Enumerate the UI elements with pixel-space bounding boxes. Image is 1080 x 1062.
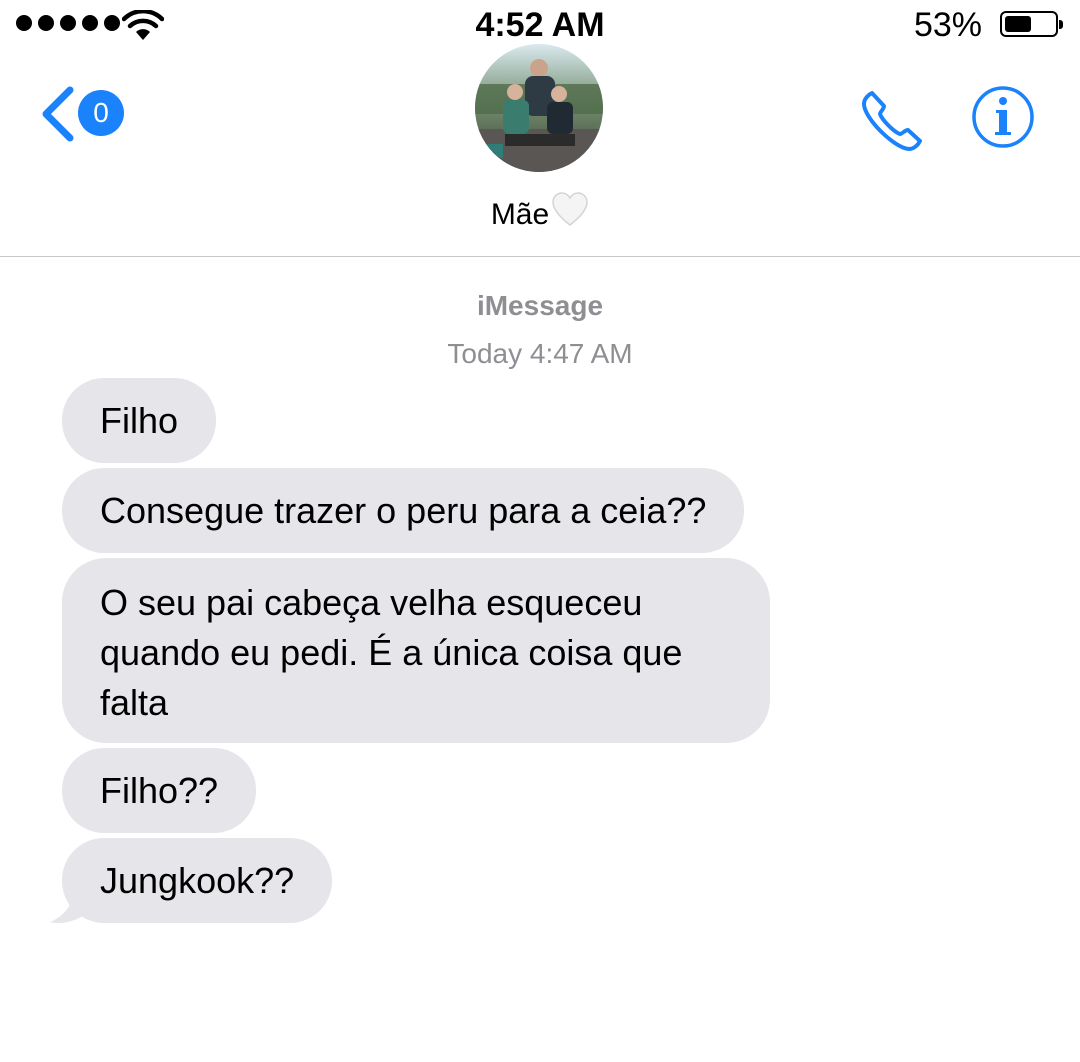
battery-icon	[1000, 11, 1063, 37]
info-icon[interactable]	[970, 84, 1036, 150]
contact-name[interactable]: Mãe	[0, 192, 1080, 232]
phone-icon[interactable]	[860, 88, 926, 154]
contact-avatar[interactable]	[475, 44, 603, 172]
message-bubble[interactable]: Consegue trazer o peru para a ceia??	[62, 468, 745, 553]
message-bubble[interactable]: Jungkook??	[62, 838, 333, 923]
message-bubble[interactable]: O seu pai cabeça velha esqueceu quando e…	[62, 558, 770, 743]
conversation-header: 0 Mãe	[0, 44, 1080, 257]
battery-fill	[1005, 16, 1031, 32]
unread-badge: 0	[78, 90, 124, 136]
message-bubble[interactable]: Filho	[62, 378, 217, 463]
back-button[interactable]: 0	[38, 84, 128, 144]
conversation-timestamp: Today 4:47 AM	[447, 338, 633, 369]
white-heart-icon	[552, 192, 588, 226]
battery-percentage: 53%	[913, 6, 982, 44]
service-label: iMessage	[476, 290, 604, 321]
chevron-left-icon	[42, 86, 74, 142]
avatar-photo	[475, 44, 603, 172]
contact-name-text: Mãe	[490, 198, 550, 231]
message-bubble[interactable]: Filho??	[62, 748, 257, 833]
bubble-tail	[50, 880, 86, 924]
